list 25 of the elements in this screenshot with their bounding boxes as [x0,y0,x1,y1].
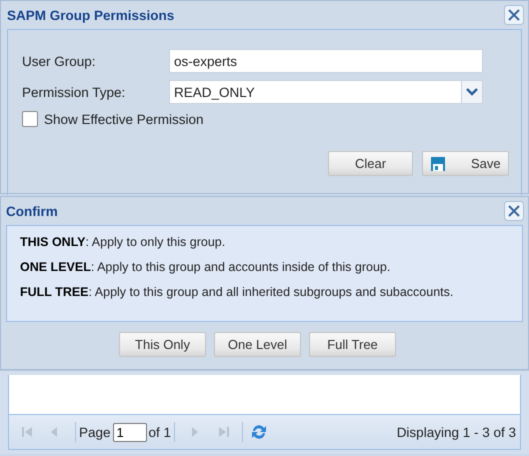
save-button[interactable]: Save [422,151,509,176]
close-icon[interactable] [504,5,524,25]
page-count: of 1 [148,424,172,440]
refresh-icon[interactable] [250,423,268,441]
option-description: FULL TREE: Apply to this group and all inherited subgroups and subaccounts. [20,285,454,299]
option-button[interactable]: Full Tree [309,332,396,357]
field-label: Permission Type: [22,84,126,100]
dialog-title: Confirm [6,204,58,218]
option-description: THIS ONLY: Apply to only this group. [20,235,226,249]
page-number-field[interactable]: 1 [112,422,147,442]
field-label: User Group: [22,54,97,68]
clear-button[interactable]: Clear [328,151,413,176]
text-field[interactable]: os-experts [169,49,483,73]
checkbox-label: Show Effective Permission [44,112,204,126]
window-title: SAPM Group Permissions [7,8,174,22]
page-label: Page [79,424,111,440]
option-description: ONE LEVEL: Apply to this group and accounts inside of this group. [20,260,392,274]
chevron-down-icon [466,88,478,96]
option-button[interactable]: One Level [214,332,301,357]
option-button[interactable]: This Only [119,332,206,357]
status-text: Displaying 1 - 3 of 3 [396,424,516,440]
dropdown-field[interactable]: READ_ONLY [169,80,483,104]
checkbox[interactable] [22,111,38,127]
close-icon[interactable] [504,201,524,221]
save-icon [431,156,445,170]
